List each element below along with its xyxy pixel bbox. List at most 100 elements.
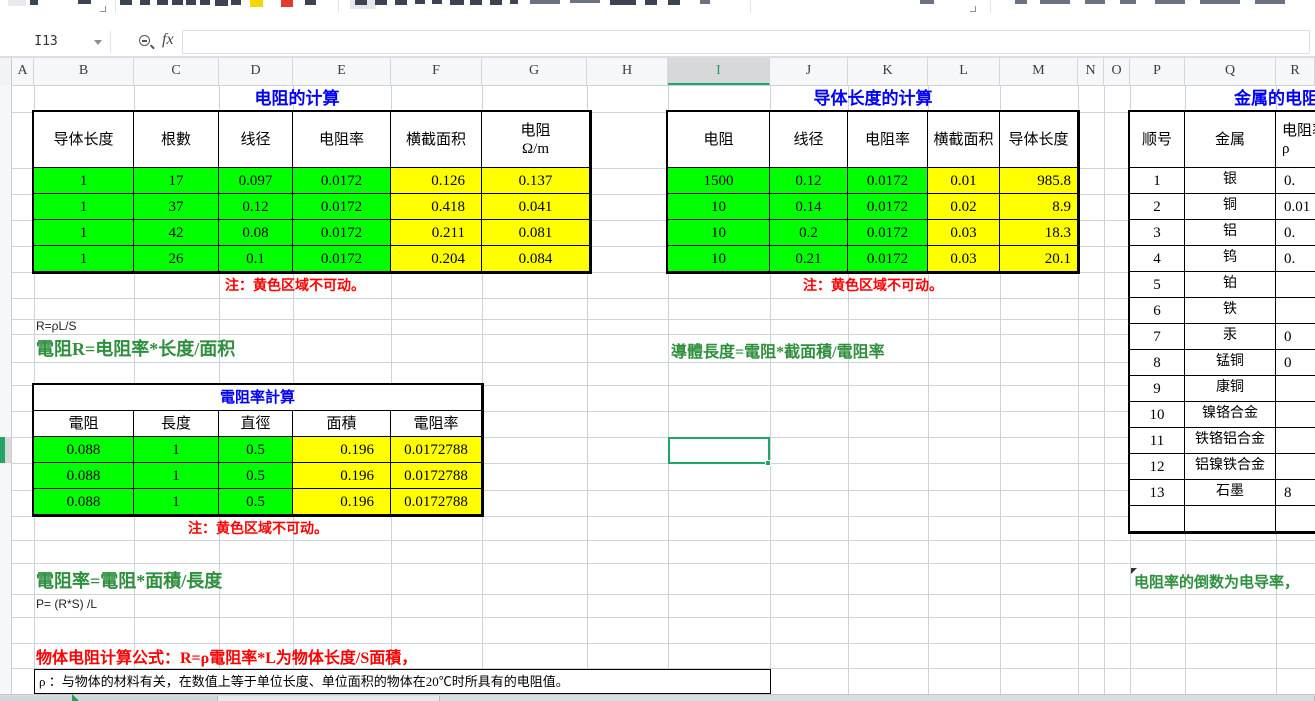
name-box-value[interactable]: I13 [0,34,92,49]
toolbar-icon-fragment[interactable] [432,0,442,4]
toolbar-icon-fragment[interactable] [1120,0,1136,4]
toolbar-icon-fragment[interactable] [78,0,91,4]
toolbar-icon-fragment[interactable] [30,0,38,5]
table-cell[interactable]: 汞 [1185,324,1276,350]
table-cell[interactable]: 10 [668,246,770,272]
column-header-P[interactable]: P [1130,58,1185,85]
table-cell[interactable] [1276,298,1315,324]
column-header-K[interactable]: K [848,58,928,85]
column-header-L[interactable]: L [928,58,1000,85]
rho-description-cell[interactable]: ρ ：与物体的材料有关，在数值上等于单位长度、单位面积的物体在20℃时所具有的电… [34,669,771,694]
table-header-cell[interactable]: 横截面积 [928,112,1000,168]
table-cell[interactable]: 铁铬铝合金 [1185,428,1276,454]
table-cell[interactable]: 1 [34,194,134,220]
table-cell[interactable]: 0.0172 [293,194,391,220]
table-cell[interactable]: 0.088 [34,437,134,463]
table-cell[interactable] [1276,376,1315,402]
table-header-cell[interactable]: 电阻率 ρ [1276,112,1315,168]
sheet-bar-segment[interactable] [218,696,440,701]
column-header-M[interactable]: M [1000,58,1078,85]
toolbar-icon-fragment[interactable] [250,0,263,7]
table-header-cell[interactable]: 线径 [770,112,848,168]
note-rho[interactable]: 注：黄色区域不可动。 [34,518,482,538]
formula-length[interactable]: 導體長度=電阻*截面積/電阻率 [671,338,885,362]
table-cell[interactable]: 17 [134,168,219,194]
formula-resistance[interactable]: 電阻R=电阻率*长度/面积 [36,335,235,361]
sheet-bar-segment[interactable] [0,696,218,701]
toolbar-icon-fragment[interactable] [490,0,502,5]
formula-object-rule[interactable]: 物体电阻计算公式：R=ρ電阻率*L为物体长度/S面積， [36,644,417,668]
table-cell[interactable]: 8.9 [1000,194,1078,220]
table-cell[interactable]: 1 [134,489,219,515]
search-icon[interactable] [139,35,150,46]
fx-icon[interactable]: fx [162,31,174,49]
table-cell[interactable]: 1 [34,220,134,246]
selected-cell-outline[interactable] [668,437,770,464]
table-cell[interactable]: 26 [134,246,219,272]
toolbar-icon-fragment[interactable] [1040,0,1070,4]
toolbar-icon-fragment[interactable] [645,0,657,5]
table-cell[interactable] [1185,506,1276,532]
sheet-bar-segment[interactable] [440,696,1315,701]
table-cell[interactable]: 0.0172788 [391,463,482,489]
table-cell[interactable]: 3 [1130,220,1185,246]
table-cell[interactable]: 1 [34,246,134,272]
table-cell[interactable]: 0.418 [391,194,482,220]
table-cell[interactable]: 0.14 [770,194,848,220]
column-header-I[interactable]: I [668,58,770,85]
table-header-cell[interactable]: 电阻 Ω/m [482,112,590,168]
column-header-J[interactable]: J [770,58,848,85]
table-cell[interactable]: 6 [1130,298,1185,324]
table-cell[interactable]: 铁 [1185,298,1276,324]
table-cell[interactable]: 镍铬合金 [1185,402,1276,428]
table-header-cell[interactable]: 顺号 [1130,112,1185,168]
table-cell[interactable]: 0.137 [482,168,590,194]
table-cell[interactable]: 1 [34,168,134,194]
row-header-strip[interactable] [0,85,12,701]
column-header-H[interactable]: H [587,58,668,85]
column-header-Q[interactable]: Q [1185,58,1276,85]
toolbar-icon-fragment[interactable] [395,0,407,5]
table-cell[interactable]: 0.088 [34,463,134,489]
table-cell[interactable]: 0.12 [219,194,293,220]
table-cell[interactable]: 0.0172 [848,168,928,194]
table-cell[interactable]: 0.196 [293,489,391,515]
table-header-cell[interactable]: 電阻率 [391,411,482,437]
table-cell[interactable]: 0.196 [293,463,391,489]
table-header-cell[interactable]: 金属 [1185,112,1276,168]
table-cell[interactable]: 0.126 [391,168,482,194]
table-header-cell[interactable]: 电阻率 [848,112,928,168]
table-cell[interactable]: 0.21 [770,246,848,272]
table-cell[interactable]: 铂 [1185,272,1276,298]
table-cell[interactable] [1276,272,1315,298]
table-cell[interactable]: 0.0172788 [391,489,482,515]
table-cell[interactable]: 0.041 [482,194,590,220]
table-cell[interactable]: 锰铜 [1185,350,1276,376]
table-cell[interactable]: 0.0172 [293,246,391,272]
column-header-O[interactable]: O [1104,58,1130,85]
toolbar-icon-fragment[interactable] [355,0,367,5]
title-length[interactable]: 导体长度的计算 [668,86,1078,112]
table-cell[interactable]: 0.1 [219,246,293,272]
table-cell[interactable]: 0. [1276,220,1315,246]
table-cell[interactable]: 铜 [1185,194,1276,220]
table-cell[interactable]: 0.0172 [293,220,391,246]
table-cell[interactable]: 42 [134,220,219,246]
table-cell[interactable]: 8 [1276,480,1315,506]
toolbar-icon-fragment[interactable] [120,0,132,5]
table-cell[interactable]: 37 [134,194,219,220]
table-cell[interactable]: 0.088 [34,489,134,515]
toolbar-icon-fragment[interactable] [215,0,228,6]
table-header-cell[interactable]: 電阻 [34,411,134,437]
table-cell[interactable]: 10 [668,194,770,220]
toolbar-icon-fragment[interactable] [1255,0,1285,4]
table-header-cell[interactable]: 直徑 [219,411,293,437]
table-cell[interactable]: 0.0172788 [391,437,482,463]
table-cell[interactable]: 10 [668,220,770,246]
table-cell[interactable]: 1500 [668,168,770,194]
toolbar-icon-fragment[interactable] [610,0,636,5]
table-cell[interactable]: 9 [1130,376,1185,402]
table-cell[interactable]: 0.5 [219,437,293,463]
toolbar-icon-fragment[interactable] [668,0,680,5]
table-cell[interactable]: 铝 [1185,220,1276,246]
